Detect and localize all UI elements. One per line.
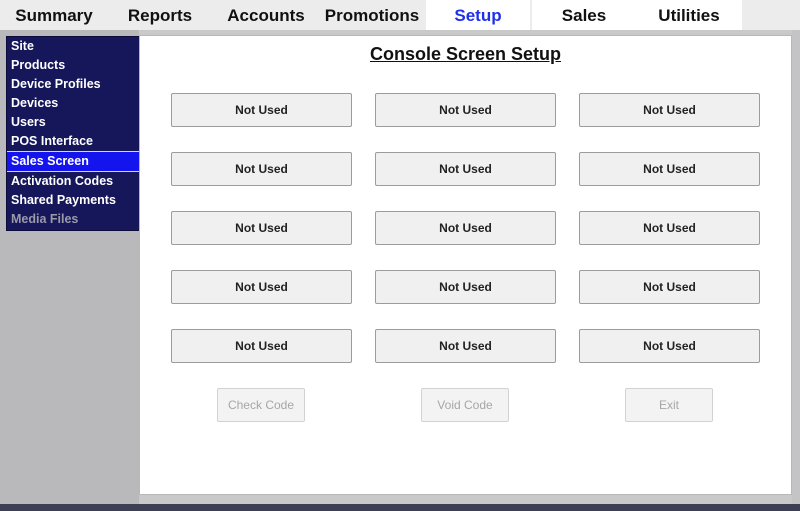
slot-button-r4c1[interactable]: Not Used bbox=[171, 270, 352, 304]
right-edge bbox=[792, 30, 800, 504]
sidebar-item-shared-payments[interactable]: Shared Payments bbox=[7, 191, 139, 210]
slot-button-r4c3[interactable]: Not Used bbox=[579, 270, 760, 304]
sidebar-item-activation-codes[interactable]: Activation Codes bbox=[7, 172, 139, 191]
slot-button-r1c1[interactable]: Not Used bbox=[171, 93, 352, 127]
slot-button-r1c2[interactable]: Not Used bbox=[375, 93, 556, 127]
slot-button-r3c2[interactable]: Not Used bbox=[375, 211, 556, 245]
slot-button-r2c3[interactable]: Not Used bbox=[579, 152, 760, 186]
void-code-button[interactable]: Void Code bbox=[421, 388, 509, 422]
slot-button-r5c2[interactable]: Not Used bbox=[375, 329, 556, 363]
menu-sales[interactable]: Sales bbox=[532, 0, 636, 30]
menu-promotions[interactable]: Promotions bbox=[320, 0, 424, 30]
slot-button-r2c2[interactable]: Not Used bbox=[375, 152, 556, 186]
setup-sidebar: Site Products Device Profiles Devices Us… bbox=[6, 36, 140, 231]
slot-button-r4c2[interactable]: Not Used bbox=[375, 270, 556, 304]
menu-accounts[interactable]: Accounts bbox=[212, 0, 320, 30]
slot-button-r3c3[interactable]: Not Used bbox=[579, 211, 760, 245]
menu-summary[interactable]: Summary bbox=[0, 0, 108, 30]
bottom-bar bbox=[0, 504, 800, 511]
slot-button-r5c3[interactable]: Not Used bbox=[579, 329, 760, 363]
page-title: Console Screen Setup bbox=[369, 44, 562, 64]
sidebar-item-pos-interface[interactable]: POS Interface bbox=[7, 132, 139, 151]
slot-button-r5c1[interactable]: Not Used bbox=[171, 329, 352, 363]
slot-button-r2c1[interactable]: Not Used bbox=[171, 152, 352, 186]
sidebar-item-users[interactable]: Users bbox=[7, 113, 139, 132]
menu-reports[interactable]: Reports bbox=[108, 0, 212, 30]
top-menu-bar: Summary Reports Accounts Promotions Setu… bbox=[0, 0, 800, 30]
check-code-button[interactable]: Check Code bbox=[217, 388, 305, 422]
menu-setup[interactable]: Setup bbox=[426, 0, 530, 30]
sidebar-item-devices[interactable]: Devices bbox=[7, 94, 139, 113]
sidebar-item-products[interactable]: Products bbox=[7, 56, 139, 75]
sidebar-item-site[interactable]: Site bbox=[7, 37, 139, 56]
slot-button-r3c1[interactable]: Not Used bbox=[171, 211, 352, 245]
menu-utilities[interactable]: Utilities bbox=[636, 0, 742, 30]
sidebar-item-media-files: Media Files bbox=[11, 212, 79, 226]
sidebar-item-sales-screen[interactable]: Sales Screen bbox=[7, 151, 139, 172]
console-screen-setup-panel: Console Screen Setup Not Used Not Used N… bbox=[139, 35, 792, 495]
exit-button[interactable]: Exit bbox=[625, 388, 713, 422]
sidebar-item-device-profiles[interactable]: Device Profiles bbox=[7, 75, 139, 94]
slot-button-r1c3[interactable]: Not Used bbox=[579, 93, 760, 127]
